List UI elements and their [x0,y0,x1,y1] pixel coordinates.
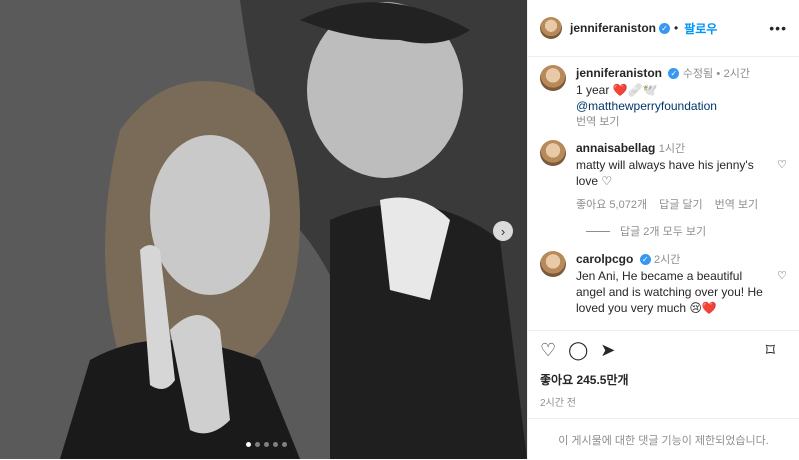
avatar[interactable] [540,17,562,39]
share-icon[interactable]: ➤ [600,340,615,361]
likes-count[interactable]: 좋아요 245.5만개 [540,371,787,388]
heart-icon[interactable]: ♡ [540,340,556,361]
divider [586,230,610,232]
comment-like-icon[interactable]: ♡ [777,269,787,282]
view-replies-label[interactable]: 답글 2개 모두 보기 [620,223,706,239]
avatar[interactable] [540,251,566,277]
carousel-dot [264,442,269,447]
comment-time[interactable]: 2시간 [654,254,680,266]
carousel-dot [255,442,260,447]
caption: jenniferaniston ✓ 수정됨 • 2시간 1 year ❤️🩹🕊️… [540,65,787,130]
comment: annaisabellag 1시간 matty will always have… [540,140,787,213]
separator: • [674,21,679,35]
comment-likes[interactable]: 좋아요 5,072개 [576,197,647,213]
caption-username[interactable]: jenniferaniston [576,66,662,80]
photo-illustration [0,0,527,459]
translate-link[interactable]: 번역 보기 [576,114,766,130]
comment-username[interactable]: annaisabellag [576,141,655,155]
carousel-dot [273,442,278,447]
avatar[interactable] [540,140,566,166]
comment-emoji: 😢❤️ [689,301,717,315]
comment-icon[interactable]: ◯ [568,340,588,361]
more-horizontal-icon[interactable]: ••• [769,20,787,36]
caption-time[interactable]: 2시간 [724,68,750,80]
post-header: jenniferaniston ✓ • 팔로우 ••• [528,0,799,57]
translate-link[interactable]: 번역 보기 [715,197,759,213]
post-side-panel: jenniferaniston ✓ • 팔로우 ••• jenniferanis… [527,0,799,459]
avatar[interactable] [540,65,566,91]
comment-like-icon[interactable]: ♡ [777,158,787,171]
post-photo[interactable]: › [0,0,527,459]
bookmark-icon[interactable]: ⌑ [766,340,775,361]
post-footer: ♡ ◯ ➤ ⌑ 좋아요 245.5만개 2시간 전 [528,330,799,417]
caption-text: 1 year [576,83,610,97]
comment-emoji: ♡ [601,174,613,188]
carousel-dots [246,442,287,447]
follow-button[interactable]: 팔로우 [684,20,717,37]
post-time: 2시간 전 [540,398,576,409]
edited-label: 수정됨 [682,68,714,80]
reply-button[interactable]: 답글 달기 [659,197,703,213]
comment-username[interactable]: carolpcgo [576,252,633,266]
mention-link[interactable]: @matthewperryfoundation [576,98,766,114]
next-slide-button[interactable]: › [493,221,513,241]
comment-text: Jen Ani, He became a beautiful angel and… [576,269,763,315]
action-bar: ♡ ◯ ➤ ⌑ [540,339,787,361]
verified-icon: ✓ [639,254,651,265]
comments-list: jenniferaniston ✓ 수정됨 • 2시간 1 year ❤️🩹🕊️… [528,57,799,316]
caption-emojis: ❤️🩹🕊️ [612,83,658,97]
view-replies[interactable]: 답글 2개 모두 보기 [586,223,787,239]
comment: carolpcgo ✓ 2시간 Jen Ani, He became a bea… [540,251,787,316]
carousel-dot [282,442,287,447]
dot: • [716,68,721,80]
verified-icon: ✓ [668,68,680,79]
comments-disabled-notice: 이 게시물에 대한 댓글 기능이 제한되었습니다. [528,418,799,460]
carousel-dot [246,442,251,447]
chevron-right-icon: › [500,223,506,239]
comment-time[interactable]: 1시간 [659,143,685,155]
verified-icon: ✓ [659,22,671,34]
header-username[interactable]: jenniferaniston [570,21,656,35]
